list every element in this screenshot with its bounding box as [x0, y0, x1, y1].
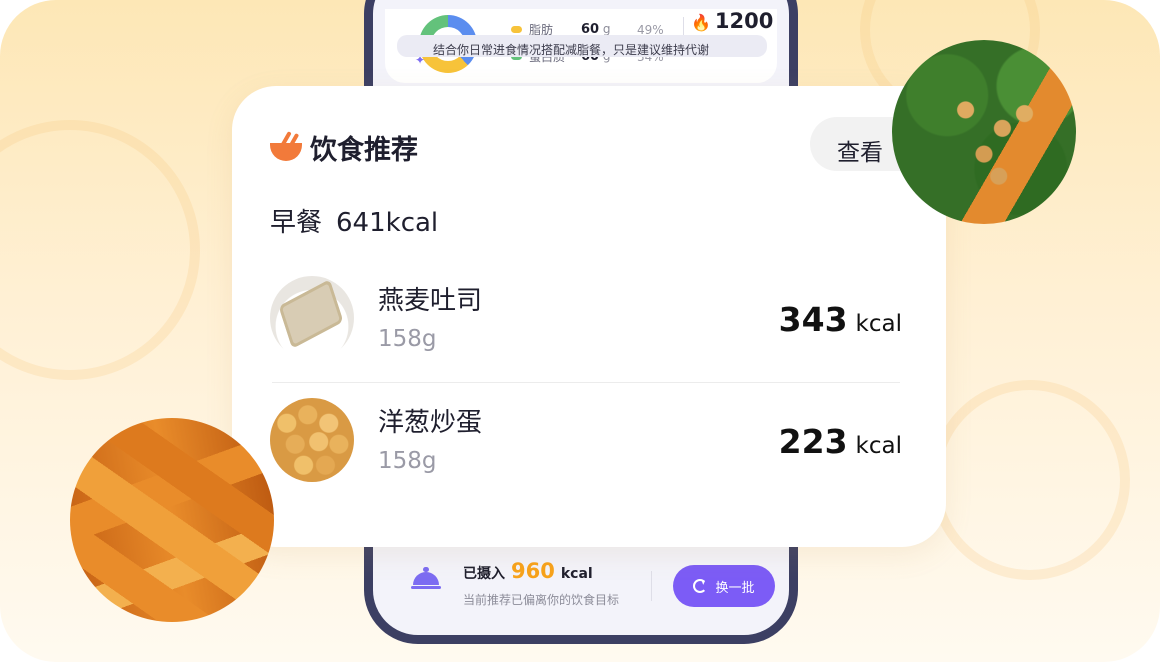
goal-warning: 当前推荐已偏离你的饮食目标: [463, 593, 620, 607]
sweet-potato-photo: [70, 418, 274, 622]
meal-name: 早餐: [270, 208, 323, 238]
eaten-label: 已摄入: [463, 566, 505, 582]
food-weight: 158g: [378, 448, 437, 474]
bowl-icon: [270, 130, 302, 165]
background-decoration: [0, 120, 200, 380]
food-image-chickpeas: [270, 398, 354, 482]
card-header: 饮食推荐: [270, 128, 418, 167]
food-image-oat-toast: [270, 276, 354, 360]
food-weight: 158g: [378, 326, 437, 352]
diet-recommendation-card: 饮食推荐 查看 早餐 641kcal 燕麦吐司 158g 343 kcal 洋葱炒蛋…: [232, 86, 946, 547]
recommendation-note: 结合你日常进食情况搭配减脂餐，只是建议维持代谢: [397, 35, 767, 57]
food-kcal: 343 kcal: [778, 300, 902, 339]
food-name: 燕麦吐司: [378, 286, 483, 316]
fat-color-dot: [511, 26, 522, 33]
food-kcal: 223 kcal: [778, 422, 902, 461]
swap-batch-label: 换一批: [715, 579, 755, 595]
swap-batch-button[interactable]: 换一批: [673, 565, 775, 607]
food-name: 洋葱炒蛋: [378, 408, 483, 438]
eaten-value: 960: [511, 559, 555, 583]
intake-bar: 已摄入 960 kcal 当前推荐已偏离你的饮食目标 换一批: [383, 549, 781, 629]
divider: [272, 382, 900, 383]
refresh-icon: [693, 579, 708, 593]
card-title: 饮食推荐: [310, 135, 418, 166]
divider: [651, 571, 652, 601]
fire-icon: 🔥: [691, 13, 711, 32]
food-item[interactable]: 洋葱炒蛋 158g 223 kcal: [270, 394, 902, 490]
total-kcal: 🔥 1200: [691, 9, 774, 33]
meal-header: 早餐 641kcal: [270, 202, 438, 239]
eaten-unit: kcal: [560, 566, 593, 582]
cloche-icon: [411, 567, 441, 593]
background-decoration: [930, 380, 1130, 580]
eaten-summary: 已摄入 960 kcal: [463, 559, 593, 583]
spinach-chickpea-photo: [892, 40, 1076, 224]
meal-kcal: 641kcal: [336, 208, 439, 238]
food-item[interactable]: 燕麦吐司 158g 343 kcal: [270, 272, 902, 368]
